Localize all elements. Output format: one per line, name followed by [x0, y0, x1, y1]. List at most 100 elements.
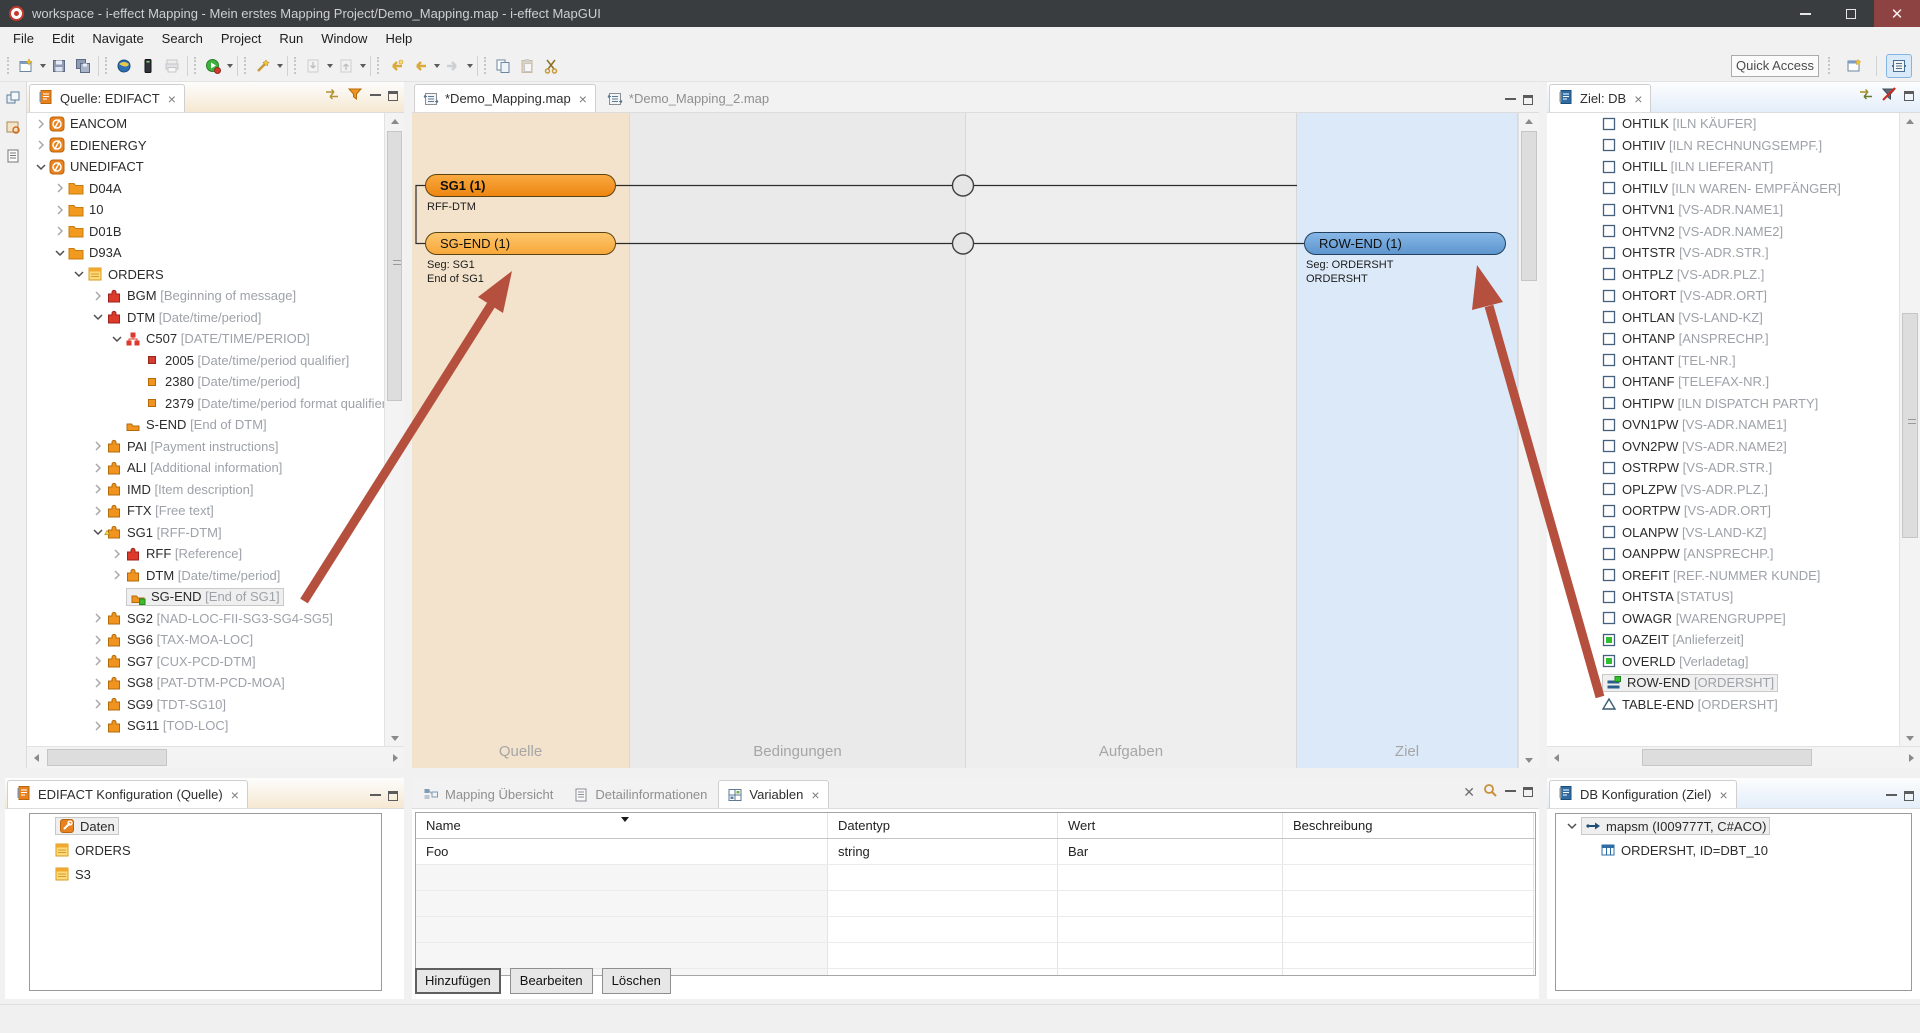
sync-mapping-icon[interactable] [1858, 86, 1874, 105]
maximize-icon[interactable] [1904, 91, 1914, 101]
previous-edit-location-button[interactable] [334, 54, 358, 78]
tree-item-sg9[interactable]: SG9 [TDT-SG10] [27, 694, 384, 716]
hinzufügen-button[interactable]: Hinzufügen [415, 968, 501, 994]
tree-item-eancom[interactable]: EANCOM [27, 113, 384, 135]
restore-view-icon[interactable] [5, 90, 21, 109]
tree-item-sg11[interactable]: SG11 [TOD-LOC] [27, 715, 384, 737]
chevron-right-icon[interactable] [90, 481, 106, 497]
checkbox-icon[interactable] [1601, 460, 1618, 476]
maximize-icon[interactable] [1523, 95, 1533, 105]
menu-search[interactable]: Search [153, 29, 212, 48]
tree-item-edienergy[interactable]: EDIENERGY [27, 135, 384, 157]
checkbox-icon[interactable] [1601, 266, 1618, 282]
table-empty-row[interactable] [416, 943, 1535, 969]
config-item-daten[interactable]: Daten [30, 814, 381, 838]
chevron-right-icon[interactable] [90, 696, 106, 712]
editor-tab-demomappingmap[interactable]: *Demo_Mapping.map× [414, 84, 596, 112]
back-history-button[interactable] [384, 54, 408, 78]
checkbox-icon[interactable] [1601, 395, 1618, 411]
close-icon[interactable]: × [579, 91, 587, 107]
menu-run[interactable]: Run [270, 29, 312, 48]
copy-button[interactable] [491, 54, 515, 78]
db-field-ohtilk[interactable]: OHTILK [ILN KÄUFER] [1547, 113, 1899, 135]
db-field-oplzpw[interactable]: OPLZPW [VS-ADR.PLZ.] [1547, 479, 1899, 501]
löschen-button[interactable]: Löschen [602, 968, 671, 994]
mapping-wand-dropdown-icon[interactable] [275, 54, 284, 78]
db-field-ohtant[interactable]: OHTANT [TEL-NR.] [1547, 350, 1899, 372]
maximize-icon[interactable] [1523, 787, 1533, 797]
tab-target-db[interactable]: Ziel: DB × [1549, 84, 1651, 112]
mapping-wand-button[interactable] [251, 54, 275, 78]
chevron-down-icon[interactable] [109, 331, 125, 347]
tree-item-d04a[interactable]: D04A [27, 178, 384, 200]
chevron-down-icon[interactable] [90, 309, 106, 325]
tree-item-2005[interactable]: 2005 [Date/time/period qualifier] [27, 350, 384, 372]
db-field-ohtanf[interactable]: OHTANF [TELEFAX-NR.] [1547, 371, 1899, 393]
table-row[interactable]: FoostringBar [416, 839, 1535, 865]
checkbox-icon[interactable] [1601, 331, 1618, 347]
previous-edit-location-dropdown-icon[interactable] [358, 54, 367, 78]
close-icon[interactable]: × [231, 787, 239, 803]
tree-item-2380[interactable]: 2380 [Date/time/period] [27, 371, 384, 393]
cut-button[interactable] [539, 54, 563, 78]
close-icon[interactable]: × [168, 91, 176, 107]
db-field-olanpw[interactable]: OLANPW [VS-LAND-KZ] [1547, 522, 1899, 544]
db-field-ohtort[interactable]: OHTORT [VS-ADR.ORT] [1547, 285, 1899, 307]
chevron-down-icon[interactable] [1564, 818, 1580, 834]
search-icon[interactable] [1482, 782, 1498, 801]
db-field-orefit[interactable]: OREFIT [REF.-NUMMER KUNDE] [1547, 565, 1899, 587]
maximize-icon[interactable] [388, 91, 398, 101]
db-field-ohtlan[interactable]: OHTLAN [VS-LAND-KZ] [1547, 307, 1899, 329]
tab-source-edifact[interactable]: Quelle: EDIFACT × [29, 84, 185, 112]
checkbox-icon[interactable] [1601, 352, 1618, 368]
tree-item-s-end[interactable]: S-END [End of DTM] [27, 414, 384, 436]
menu-navigate[interactable]: Navigate [83, 29, 152, 48]
db-field-row-end[interactable]: ROW-END [ORDERSHT] [1547, 672, 1899, 694]
chevron-right-icon[interactable] [109, 546, 125, 562]
chevron-down-icon[interactable] [52, 245, 68, 261]
back-button[interactable] [408, 54, 432, 78]
db-field-ohtstr[interactable]: OHTSTR [VS-ADR.STR.] [1547, 242, 1899, 264]
chevron-right-icon[interactable] [90, 503, 106, 519]
source-vertical-scrollbar[interactable] [384, 113, 404, 746]
column-header-beschreibung[interactable]: Beschreibung [1283, 813, 1534, 838]
minimize-icon[interactable] [1505, 97, 1516, 100]
print-button[interactable] [160, 54, 184, 78]
new-wizard-dropdown-icon[interactable] [38, 54, 47, 78]
config-item-orders[interactable]: ORDERS [30, 838, 381, 862]
chevron-right-icon[interactable] [52, 180, 68, 196]
tree-item-d01b[interactable]: D01B [27, 221, 384, 243]
open-perspective-button[interactable] [1841, 54, 1867, 78]
maximize-icon[interactable] [1904, 791, 1914, 801]
tree-item-sg-end[interactable]: SG-END [End of SG1] [27, 586, 384, 608]
chevron-right-icon[interactable] [90, 632, 106, 648]
tree-item-10[interactable]: 10 [27, 199, 384, 221]
filter-disabled-icon[interactable] [1881, 86, 1897, 105]
db-field-oanppw[interactable]: OANPPW [ANSPRECHP.] [1547, 543, 1899, 565]
chevron-right-icon[interactable] [109, 567, 125, 583]
tree-item-orders[interactable]: ORDERS [27, 264, 384, 286]
chevron-right-icon[interactable] [33, 137, 49, 153]
tree-item-imd[interactable]: IMD [Item description] [27, 479, 384, 501]
close-icon[interactable]: × [811, 787, 819, 803]
column-header-wert[interactable]: Wert [1058, 813, 1283, 838]
next-edit-location-button[interactable] [301, 54, 325, 78]
tree-item-ali[interactable]: ALI [Additional information] [27, 457, 384, 479]
chevron-right-icon[interactable] [90, 675, 106, 691]
tree-item-pai[interactable]: PAI [Payment instructions] [27, 436, 384, 458]
chevron-down-icon[interactable] [71, 266, 87, 282]
db-field-ohtvn2[interactable]: OHTVN2 [VS-ADR.NAME2] [1547, 221, 1899, 243]
db-field-ohtiiv[interactable]: OHTIIV [ILN RECHNUNGSEMPF.] [1547, 135, 1899, 157]
link-with-editor-icon[interactable] [324, 86, 340, 105]
checkbox-icon[interactable] [1601, 223, 1618, 239]
chevron-right-icon[interactable] [90, 460, 106, 476]
tree-item-2379[interactable]: 2379 [Date/time/period format qualifier] [27, 393, 384, 415]
mapping-canvas[interactable]: Quelle Bedingungen Aufgaben Ziel SG1 (1)… [412, 113, 1539, 768]
tab-detailinformationen[interactable]: Detailinformationen [564, 780, 716, 808]
next-edit-location-dropdown-icon[interactable] [325, 54, 334, 78]
tree-item-ftx[interactable]: FTX [Free text] [27, 500, 384, 522]
menu-file[interactable]: File [4, 29, 43, 48]
tree-item-dtm[interactable]: DTM [Date/time/period] [27, 307, 384, 329]
node-sg1[interactable]: SG1 (1) [425, 174, 616, 197]
bearbeiten-button[interactable]: Bearbeiten [510, 968, 593, 994]
